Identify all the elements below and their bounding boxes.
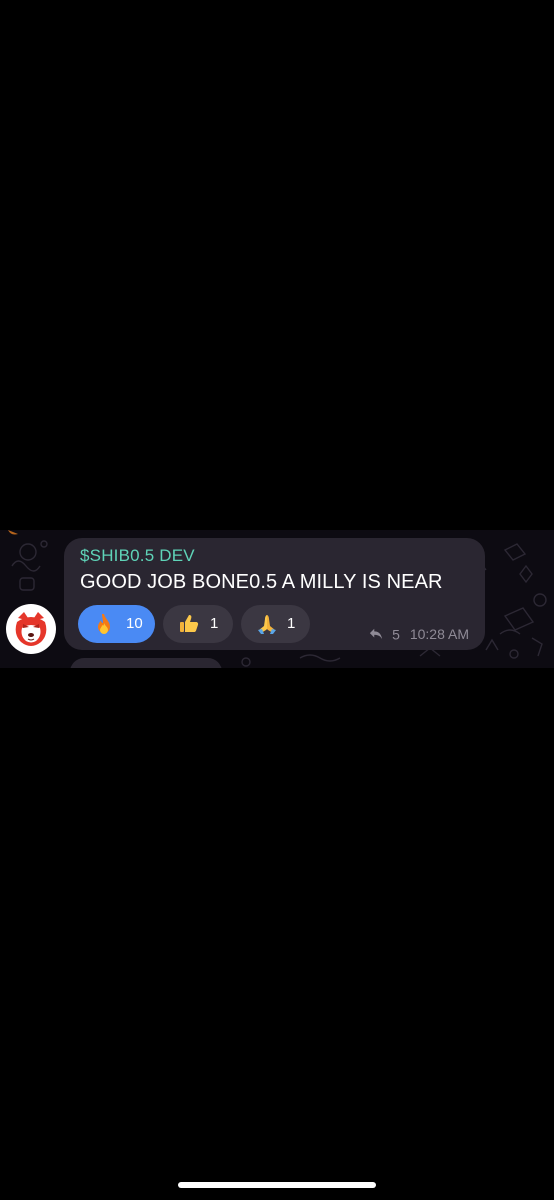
reaction-fire[interactable]: 10 — [78, 605, 155, 643]
reaction-count: 10 — [126, 615, 143, 632]
reply-count[interactable]: 5 — [392, 626, 400, 642]
message-bubble[interactable]: $SHIB0.5 DEV GOOD JOB BONE0.5 A MILLY IS… — [64, 538, 485, 650]
message-time: 10:28 AM — [409, 626, 469, 643]
sender-avatar[interactable] — [6, 604, 56, 654]
thumbs-up-icon — [180, 615, 199, 632]
chat-strip: $SHIB0.5 DEV GOOD JOB BONE0.5 A MILLY IS… — [0, 530, 554, 668]
shiba-inu-avatar-icon — [7, 605, 55, 653]
reaction-count: 1 — [287, 615, 296, 632]
home-indicator[interactable] — [178, 1182, 376, 1188]
fire-icon — [98, 614, 110, 634]
reaction-count: 1 — [210, 615, 219, 632]
folded-hands-icon — [258, 615, 276, 634]
sender-name[interactable]: $SHIB0.5 DEV — [80, 546, 195, 566]
message-meta: 5 10:28 AM — [368, 625, 469, 642]
reaction-thumbs-up[interactable]: 1 — [163, 605, 233, 643]
reaction-folded-hands[interactable]: 1 — [241, 605, 310, 643]
reply-arrow-icon[interactable] — [368, 627, 384, 641]
next-message-bubble[interactable] — [70, 658, 222, 668]
message-text: GOOD JOB BONE0.5 A MILLY IS NEAR — [80, 571, 443, 593]
